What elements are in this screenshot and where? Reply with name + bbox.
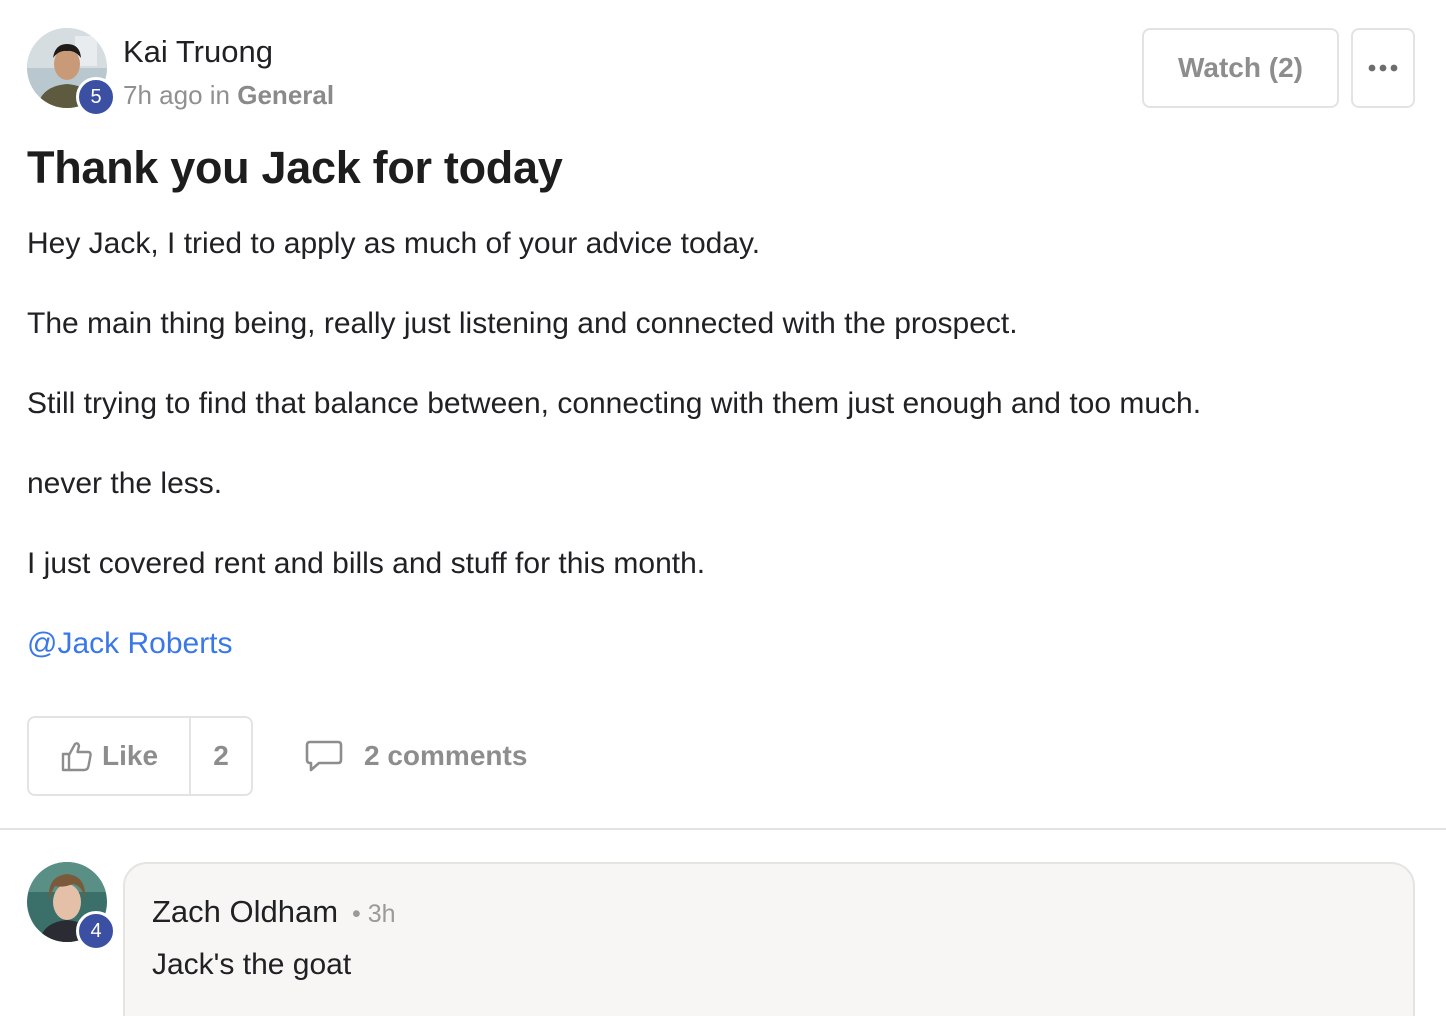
author-name[interactable]: Kai Truong <box>123 34 273 70</box>
mention-link[interactable]: @Jack Roberts <box>27 627 233 660</box>
comment-text: Jack's the goat <box>152 948 352 981</box>
post-title: Thank you Jack for today <box>27 142 563 193</box>
comments-label: 2 comments <box>364 740 528 771</box>
post-paragraph: I just covered rent and bills and stuff … <box>27 547 706 580</box>
post-in-word: in <box>209 80 231 110</box>
section-divider <box>0 828 1446 830</box>
ellipsis-icon <box>1368 64 1398 72</box>
like-group: Like 2 <box>27 716 253 796</box>
post-category-link[interactable]: General <box>237 80 334 110</box>
comment-bubble-icon <box>305 740 343 772</box>
commenter-level-badge: 4 <box>76 911 116 951</box>
post-paragraph: The main thing being, really just listen… <box>27 307 1018 340</box>
thumbs-up-icon <box>61 742 92 772</box>
comment-card: Zach Oldham • 3h Jack's the goat <box>123 862 1415 1016</box>
post-page: 5 Kai Truong 7h ago in General Watch (2)… <box>0 0 1446 1016</box>
post-paragraph: Hey Jack, I tried to apply as much of yo… <box>27 227 761 260</box>
post-paragraph: never the less. <box>27 467 223 500</box>
watch-button[interactable]: Watch (2) <box>1142 28 1339 108</box>
like-count[interactable]: 2 <box>191 718 251 794</box>
comment-author[interactable]: Zach Oldham <box>152 894 338 930</box>
comment-time: • 3h <box>352 900 396 928</box>
post-body: Hey Jack, I tried to apply as much of yo… <box>27 224 1407 664</box>
author-level-badge: 5 <box>76 77 116 117</box>
post-meta: 7h ago in General <box>123 80 334 111</box>
post-time: 7h ago <box>123 80 203 110</box>
post-paragraph: Still trying to find that balance betwee… <box>27 387 1202 420</box>
like-button[interactable]: Like <box>29 718 191 794</box>
comments-button[interactable]: 2 comments <box>304 734 527 778</box>
more-options-button[interactable] <box>1351 28 1415 108</box>
like-label: Like <box>101 740 159 771</box>
